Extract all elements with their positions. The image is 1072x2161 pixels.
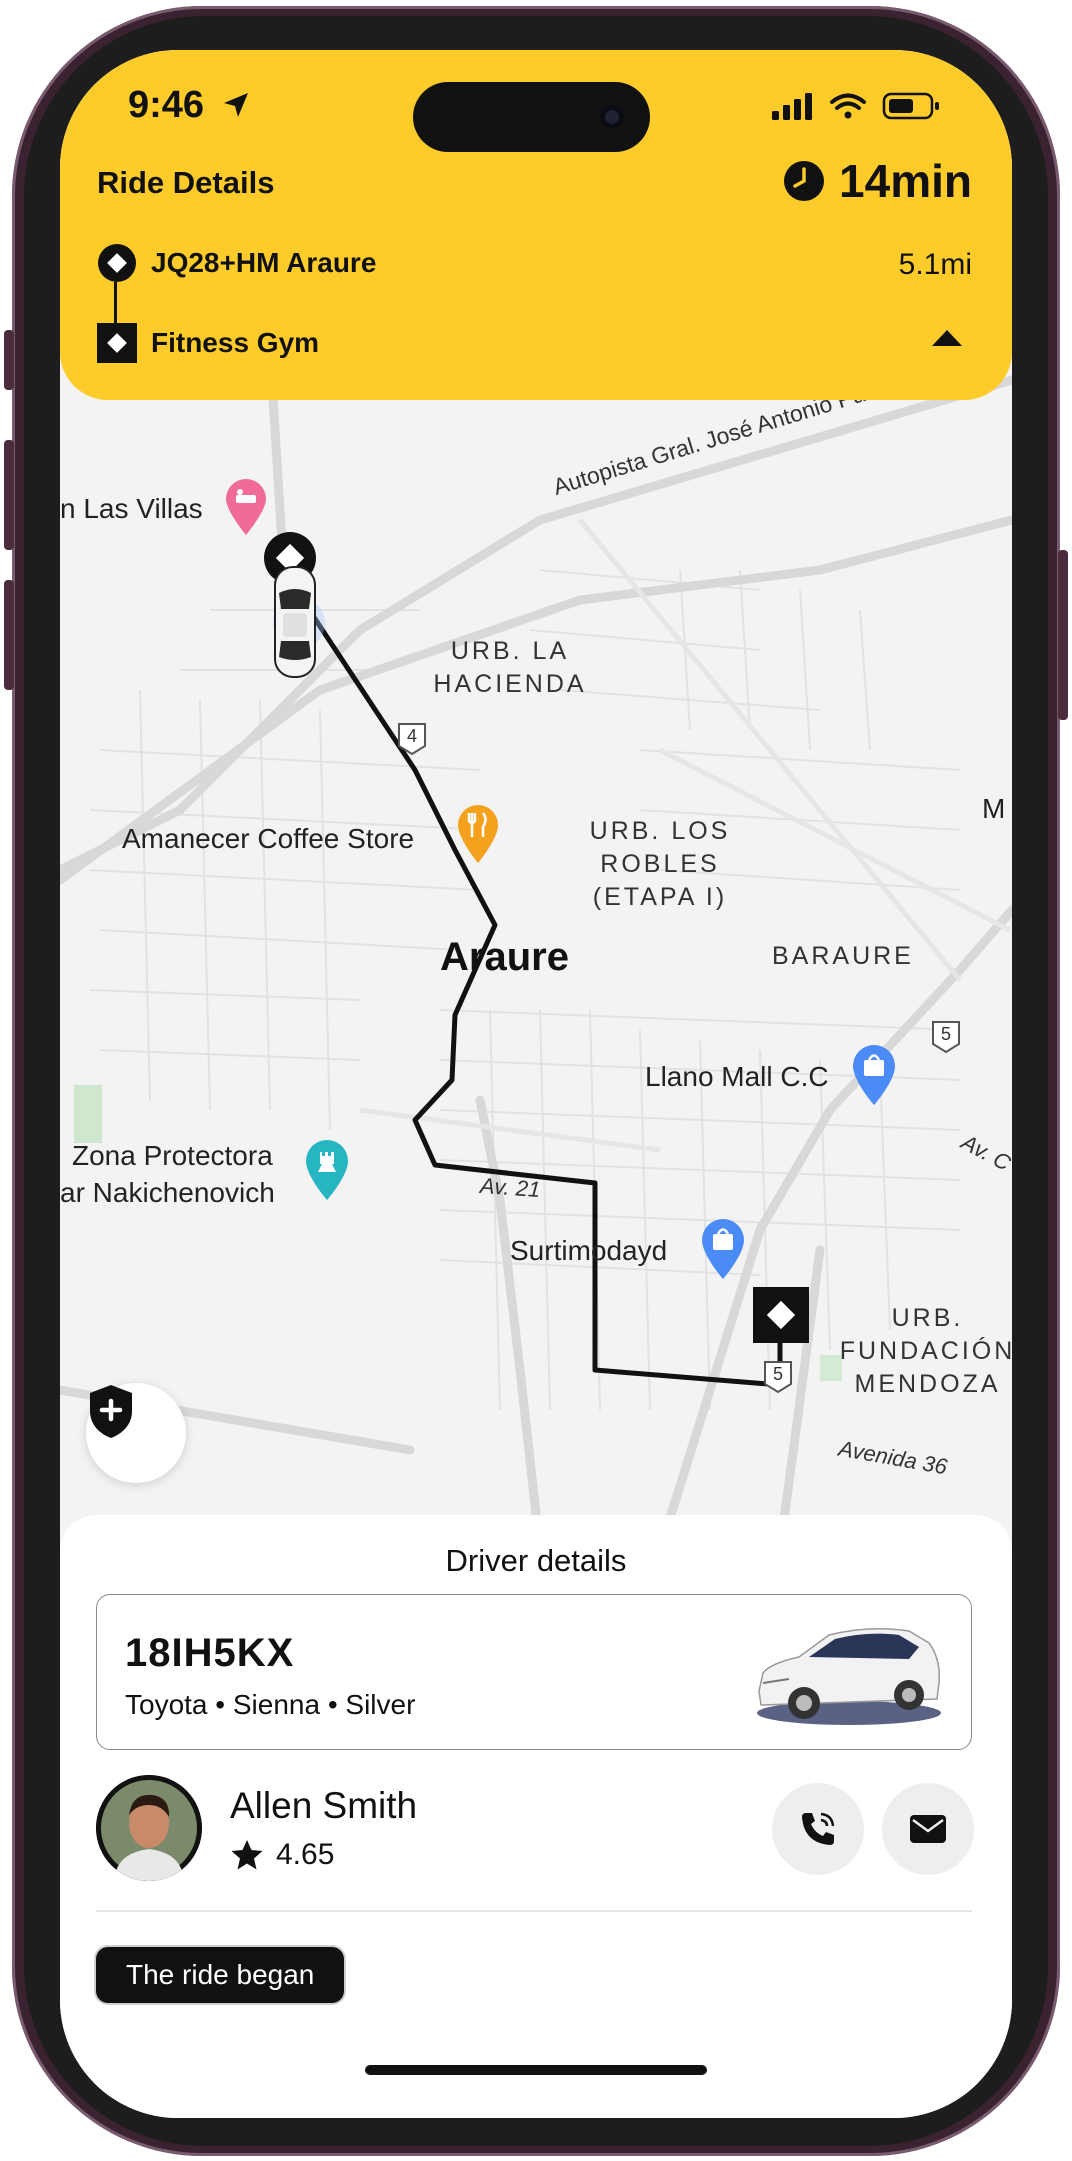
eta-value: 14min xyxy=(839,155,972,207)
rating-value: 4.65 xyxy=(276,1838,335,1871)
vehicle-image-icon xyxy=(757,1628,941,1725)
license-plate: 18IH5KX xyxy=(125,1631,295,1675)
driver-details-sheet: Driver details 18IH5KX Toyota • Sienna •… xyxy=(60,1515,1012,2118)
call-driver-button[interactable] xyxy=(772,1783,864,1875)
dynamic-island xyxy=(413,82,650,152)
route-connector xyxy=(114,282,117,324)
map-label-llano-mall[interactable]: Llano Mall C.C xyxy=(645,1061,829,1093)
ride-status-badge: The ride began xyxy=(96,1947,345,2003)
map-label-baraure: BARAURE xyxy=(772,942,914,970)
driver-name: Allen Smith xyxy=(230,1785,418,1826)
volume-down-button xyxy=(4,580,14,690)
map-label-av21: Av. 21 xyxy=(479,1172,542,1203)
ride-details-header: 9:46 Ride Details 14min JQ28+HM Araure F… xyxy=(60,50,1012,400)
origin-row: JQ28+HM Araure xyxy=(97,243,376,283)
avatar[interactable] xyxy=(96,1775,202,1881)
safety-shield-icon xyxy=(90,1385,132,1438)
map-label-fundacion-mendoza: URB. FUNDACIÓN MENDOZA xyxy=(839,1304,1012,1398)
destination-row: Fitness Gym xyxy=(97,323,319,363)
star-icon xyxy=(231,1840,263,1870)
map-label-los-robles: URB. LOS ROBLES (ETAPA I) xyxy=(589,817,731,911)
destination-address: Fitness Gym xyxy=(151,327,320,358)
map-label-edge: M xyxy=(982,793,1006,824)
message-driver-button[interactable] xyxy=(882,1783,974,1875)
cellular-signal-icon xyxy=(772,93,812,120)
safety-shield-button[interactable] xyxy=(86,1383,186,1483)
action-button xyxy=(4,330,14,390)
page-title: Ride Details xyxy=(97,165,275,200)
power-button xyxy=(1058,550,1068,720)
status-bar-time: 9:46 xyxy=(128,84,251,127)
location-arrow-icon xyxy=(223,93,248,117)
collapse-button[interactable] xyxy=(930,326,964,353)
trip-distance: 5.1mi xyxy=(898,248,972,281)
battery-icon xyxy=(882,92,939,120)
divider xyxy=(96,1910,972,1912)
home-indicator[interactable] xyxy=(365,2065,707,2075)
volume-up-button xyxy=(4,440,14,550)
map-label-la-hacienda: URB. LA HACIENDA xyxy=(433,637,587,698)
phone-screen: 4 5 5 n Las Villas Autopista Gral. José … xyxy=(60,50,1012,2118)
eta-display: 14min xyxy=(783,154,972,208)
sheet-title: Driver details xyxy=(445,1543,627,1578)
vehicle-card[interactable]: 18IH5KX Toyota • Sienna • Silver xyxy=(96,1594,972,1750)
map-label-las-villas: n Las Villas xyxy=(60,493,203,524)
origin-marker-icon xyxy=(98,244,136,282)
destination-marker-icon xyxy=(97,323,137,363)
driver-rating: 4.65 xyxy=(230,1838,334,1872)
clock-icon xyxy=(784,161,825,201)
map-label-araure: Araure xyxy=(440,935,569,979)
map-label-nakichenovich: ar Nakichenovich xyxy=(60,1177,275,1208)
wifi-icon xyxy=(830,93,866,110)
vehicle-description: Toyota • Sienna • Silver xyxy=(125,1689,416,1720)
map-label-surtimodayd[interactable]: Surtimodayd xyxy=(510,1235,667,1267)
origin-address: JQ28+HM Araure xyxy=(151,247,377,278)
map-label-zona-protectora[interactable]: Zona Protectora xyxy=(72,1140,273,1172)
mail-icon xyxy=(910,1815,946,1843)
phone-call-icon xyxy=(802,1812,835,1845)
map-label-coffee-store[interactable]: Amanecer Coffee Store xyxy=(122,823,414,855)
chevron-up-icon xyxy=(932,330,962,346)
status-icons xyxy=(770,90,960,127)
